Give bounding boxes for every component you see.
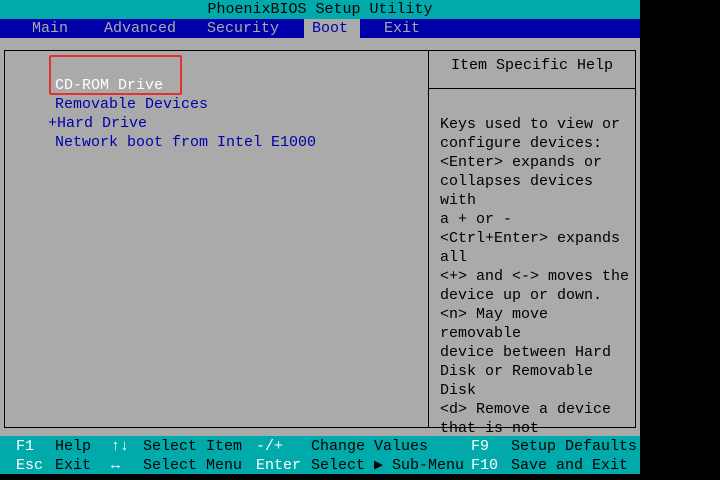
key-arrows-lr: ↔ [111,457,121,474]
help-line: <d> Remove a device [440,401,612,418]
key-minus-plus: -/+ [256,438,284,455]
key-desc: Exit [55,457,92,474]
key-arrows-ud: ↑↓ [111,438,130,455]
key-desc: Save and Exit [511,457,629,474]
help-line: configure devices: [440,135,603,152]
help-line: Keys used to view or [440,116,621,133]
key-f10: F10 [471,457,499,474]
key-desc: Help [55,438,92,455]
help-header: Item Specific Help [450,57,614,74]
menu-bar: Main Advanced Security Boot Exit [0,19,640,38]
boot-item-removable[interactable]: Removable Devices [55,95,208,114]
help-line: collapses devices with [440,173,594,209]
boot-item-hard-drive[interactable]: +Hard Drive [48,114,147,133]
tab-boot[interactable]: Boot [304,19,360,38]
help-line: device up or down. [440,287,603,304]
key-desc: Setup Defaults [511,438,638,455]
help-line: device between Hard [440,344,612,361]
tab-main[interactable]: Main [24,19,76,38]
key-help-bar: F1 Help ↑↓ Select Item -/+ Change Values… [0,436,640,474]
help-line: all [440,249,468,266]
key-esc: Esc [16,457,44,474]
main-panel: Item Specific Help Keys used to view or c… [0,38,640,456]
help-line: <Ctrl+Enter> expands [440,230,621,247]
key-f1: F1 [16,438,35,455]
key-desc: Select Menu [143,457,243,474]
divider [428,51,429,427]
key-f9: F9 [471,438,490,455]
help-line: <Enter> expands or [440,154,603,171]
tab-exit[interactable]: Exit [376,19,428,38]
window-title: PhoenixBIOS Setup Utility [0,0,640,19]
boot-item-network[interactable]: Network boot from Intel E1000 [55,133,316,152]
highlight-annotation [49,55,182,95]
key-desc: Change Values [311,438,429,455]
help-text: Keys used to view or configure devices: <E… [440,115,635,457]
tab-security[interactable]: Security [199,19,287,38]
key-desc: Select Item [143,438,243,455]
help-line: <n> May move removable [440,306,549,342]
bios-screen: PhoenixBIOS Setup Utility Main Advanced … [0,0,640,480]
help-line: a + or - [440,211,513,228]
help-line: <+> and <-> moves the [440,268,630,285]
help-line: Disk or Removable Disk [440,363,594,399]
tab-advanced[interactable]: Advanced [96,19,184,38]
key-desc: Select ▶ Sub-Menu [311,457,465,474]
key-enter: Enter [256,457,302,474]
divider [429,88,635,89]
